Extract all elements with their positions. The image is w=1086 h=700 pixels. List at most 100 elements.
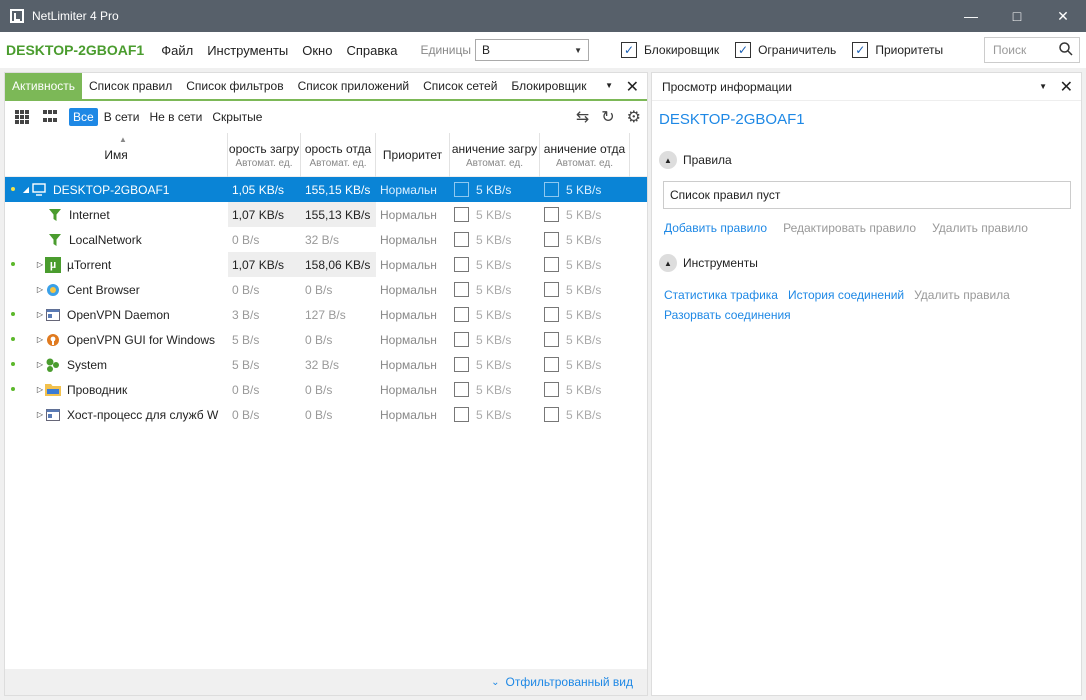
download-limit-value[interactable]: 5 KB/s (476, 283, 511, 297)
edit-rule-link[interactable]: Редактировать правило (783, 218, 916, 238)
expander-closed-icon[interactable]: ▷ (35, 335, 45, 344)
table-row[interactable]: ▷ Хост-процесс для служб W 0 B/s 0 B/s Н… (5, 402, 647, 427)
menu-file[interactable]: Файл (154, 43, 200, 58)
filter-all[interactable]: Все (69, 108, 98, 126)
expander-open-icon[interactable]: ◢ (21, 185, 31, 194)
upload-limit-checkbox[interactable] (544, 332, 559, 347)
col-upload-speed[interactable]: орость отда Автомат. ед. (301, 133, 376, 177)
upload-limit-value[interactable]: 5 KB/s (566, 383, 601, 397)
download-limit-checkbox[interactable] (454, 407, 469, 422)
row-priority[interactable]: Нормальн (376, 177, 450, 202)
upload-limit-checkbox[interactable] (544, 382, 559, 397)
menu-window[interactable]: Окно (295, 43, 339, 58)
connection-history-link[interactable]: История соединений (788, 285, 904, 305)
rules-list[interactable]: Список правил пуст (663, 181, 1071, 209)
download-limit-value[interactable]: 5 KB/s (476, 208, 511, 222)
row-priority[interactable]: Нормальн (376, 252, 450, 277)
upload-limit-value[interactable]: 5 KB/s (566, 283, 601, 297)
refresh-icon[interactable]: ↻ (601, 107, 614, 127)
upload-limit-checkbox[interactable] (544, 282, 559, 297)
swap-icon[interactable]: ⇆ (576, 107, 589, 127)
download-limit-checkbox[interactable] (454, 307, 469, 322)
download-limit-checkbox[interactable] (454, 282, 469, 297)
units-dropdown[interactable]: B ▼ (475, 39, 590, 61)
download-limit-value[interactable]: 5 KB/s (476, 183, 511, 197)
blocker-toggle[interactable]: ✓ Блокировщик (621, 42, 719, 58)
upload-limit-value[interactable]: 5 KB/s (566, 358, 601, 372)
checkbox-checked-icon[interactable]: ✓ (852, 42, 869, 58)
row-priority[interactable]: Нормальн (376, 302, 450, 327)
tab-network-list[interactable]: Список сетей (416, 73, 504, 99)
download-limit-value[interactable]: 5 KB/s (476, 358, 511, 372)
upload-limit-checkbox[interactable] (544, 232, 559, 247)
download-limit-value[interactable]: 5 KB/s (476, 383, 511, 397)
expander-closed-icon[interactable]: ▷ (35, 385, 45, 394)
upload-limit-value[interactable]: 5 KB/s (566, 408, 601, 422)
tab-blocker[interactable]: Блокировщик (504, 73, 593, 99)
upload-limit-checkbox[interactable] (544, 207, 559, 222)
traffic-stats-link[interactable]: Статистика трафика (664, 285, 778, 305)
search-input[interactable]: Поиск (984, 37, 1080, 63)
disconnect-link[interactable]: Разорвать соединения (664, 305, 791, 325)
delete-rules-link[interactable]: Удалить правила (914, 285, 1010, 305)
expander-closed-icon[interactable]: ▷ (35, 410, 45, 419)
close-panel-icon[interactable]: ✕ (1060, 77, 1073, 97)
rules-section-header[interactable]: ▲ Правила (652, 149, 1081, 171)
row-priority[interactable]: Нормальн (376, 277, 450, 302)
expander-closed-icon[interactable]: ▷ (35, 260, 45, 269)
upload-limit-checkbox[interactable] (544, 407, 559, 422)
expander-closed-icon[interactable]: ▷ (35, 310, 45, 319)
col-name[interactable]: Имя (5, 133, 228, 177)
menu-help[interactable]: Справка (339, 43, 404, 58)
panel-dropdown-icon[interactable]: ▼ (1039, 82, 1047, 91)
upload-limit-value[interactable]: 5 KB/s (566, 333, 601, 347)
filter-online[interactable]: В сети (100, 108, 144, 126)
col-upload-limit[interactable]: аничение отда Автомат. ед. (540, 133, 630, 177)
checkbox-checked-icon[interactable]: ✓ (621, 42, 638, 58)
download-limit-checkbox[interactable] (454, 357, 469, 372)
table-row[interactable]: LocalNetwork 0 B/s 32 B/s Нормальн 5 KB/… (5, 227, 647, 252)
upload-limit-value[interactable]: 5 KB/s (566, 183, 601, 197)
download-limit-value[interactable]: 5 KB/s (476, 233, 511, 247)
table-row[interactable]: ▷ Cent Browser 0 B/s 0 B/s Нормальн 5 KB… (5, 277, 647, 302)
upload-limit-value[interactable]: 5 KB/s (566, 208, 601, 222)
close-panel-icon[interactable]: ✕ (626, 77, 639, 97)
priorities-toggle[interactable]: ✓ Приоритеты (852, 42, 943, 58)
download-limit-checkbox[interactable] (454, 207, 469, 222)
search-icon[interactable] (1059, 41, 1073, 59)
menu-tools[interactable]: Инструменты (200, 43, 295, 58)
upload-limit-value[interactable]: 5 KB/s (566, 308, 601, 322)
row-priority[interactable]: Нормальн (376, 402, 450, 427)
table-row[interactable]: Internet 1,07 KB/s 155,13 KB/s Нормальн … (5, 202, 647, 227)
tab-app-list[interactable]: Список приложений (291, 73, 417, 99)
table-row[interactable]: ▷ OpenVPN GUI for Windows 5 B/s 0 B/s Но… (5, 327, 647, 352)
tab-dropdown-icon[interactable]: ▼ (605, 81, 613, 90)
upload-limit-value[interactable]: 5 KB/s (566, 258, 601, 272)
expand-all-icon[interactable] (15, 110, 33, 124)
maximize-icon[interactable]: □ (994, 0, 1040, 32)
row-priority[interactable]: Нормальн (376, 202, 450, 227)
minimize-icon[interactable]: — (948, 0, 994, 32)
table-row[interactable]: ▷ OpenVPN Daemon 3 B/s 127 B/s Нормальн … (5, 302, 647, 327)
upload-limit-checkbox[interactable] (544, 307, 559, 322)
download-limit-checkbox[interactable] (454, 232, 469, 247)
col-priority[interactable]: Приоритет (376, 133, 450, 177)
table-row[interactable]: ▷ System 5 B/s 32 B/s Нормальн 5 KB/s 5 … (5, 352, 647, 377)
row-priority[interactable]: Нормальн (376, 327, 450, 352)
close-icon[interactable]: ✕ (1040, 0, 1086, 32)
chevron-up-icon[interactable]: ▲ (659, 151, 677, 169)
table-row[interactable]: ▷ Проводник 0 B/s 0 B/s Нормальн 5 KB/s … (5, 377, 647, 402)
add-rule-link[interactable]: Добавить правило (664, 218, 767, 238)
col-download-speed[interactable]: орость загру Автомат. ед. (228, 133, 301, 177)
upload-limit-value[interactable]: 5 KB/s (566, 233, 601, 247)
upload-limit-checkbox[interactable] (544, 182, 559, 197)
table-row[interactable]: ◢ DESKTOP-2GBOAF1 1,05 KB/s 155,15 KB/s … (5, 177, 647, 202)
tab-activity[interactable]: Активность (5, 73, 83, 99)
download-limit-value[interactable]: 5 KB/s (476, 408, 511, 422)
row-priority[interactable]: Нормальн (376, 352, 450, 377)
expander-closed-icon[interactable]: ▷ (35, 360, 45, 369)
collapse-all-icon[interactable] (43, 110, 61, 124)
row-priority[interactable]: Нормальн (376, 377, 450, 402)
chevron-up-icon[interactable]: ▲ (659, 254, 677, 272)
upload-limit-checkbox[interactable] (544, 357, 559, 372)
